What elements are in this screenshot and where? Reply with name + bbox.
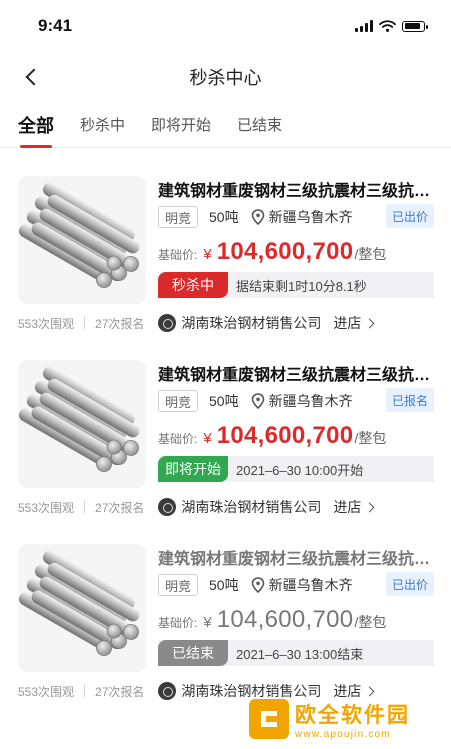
- tab-all[interactable]: 全部: [18, 112, 54, 148]
- enter-store-link[interactable]: 进店: [333, 313, 375, 333]
- location: 新疆乌鲁木齐: [268, 209, 353, 225]
- divider: [84, 685, 86, 697]
- company-avatar: [158, 314, 177, 332]
- watermark-title: 欧全软件园: [295, 703, 410, 727]
- tab-bar: 全部 秒杀中 即将开始 已结束: [0, 102, 451, 148]
- price-label: 基础价:: [158, 616, 198, 630]
- signup-count: 27次报名: [95, 316, 145, 331]
- tonnage: 50吨: [209, 577, 239, 593]
- product-meta: 明竞 50吨 新疆乌鲁木齐: [158, 574, 353, 596]
- chevron-right-icon: [364, 502, 375, 512]
- location-pin-icon: [251, 577, 264, 593]
- product-image: [18, 176, 146, 304]
- price-value: 104,600,700: [216, 422, 354, 449]
- product-image: [18, 544, 146, 672]
- price-value: 104,600,700: [216, 606, 354, 633]
- company-name[interactable]: 湖南珠治钢材销售公司: [181, 313, 321, 333]
- watermark-text: 欧全软件园 www.apoujin.com: [295, 699, 410, 740]
- view-count: 553次围观: [18, 500, 75, 515]
- start-time-text: 2021–6–30 10:00开始: [236, 462, 364, 478]
- status-icons: [355, 20, 428, 32]
- price-label: 基础价:: [158, 432, 198, 446]
- location: 新疆乌鲁木齐: [268, 577, 353, 593]
- location-pin-icon: [251, 393, 264, 409]
- card-footer: 553次围观 27次报名 湖南珠治钢材销售公司 进店: [18, 310, 433, 336]
- price-unit: /整包: [354, 430, 387, 446]
- enter-store-label: 进店: [333, 499, 362, 515]
- watermark: 欧全软件园 www.apoujin.com: [249, 693, 445, 745]
- tonnage: 50吨: [209, 209, 239, 225]
- status-tag: 秒杀中: [158, 272, 228, 298]
- signal-icon: [355, 20, 373, 32]
- bid-state-badge: 已出价: [386, 204, 435, 228]
- card-footer: 553次围观 27次报名 湖南珠治钢材销售公司 进店: [18, 494, 433, 520]
- location: 新疆乌鲁木齐: [268, 393, 353, 409]
- chevron-left-icon: [25, 68, 43, 86]
- price-label: 基础价:: [158, 248, 198, 262]
- tab-upcoming[interactable]: 即将开始: [151, 114, 211, 135]
- status-time: 9:41: [38, 16, 73, 35]
- battery-icon: [402, 20, 428, 32]
- bidding-mode-tag: 明竞: [158, 206, 199, 228]
- price-unit: /整包: [354, 614, 387, 630]
- bid-state-badge: 已出价: [386, 572, 435, 596]
- signup-count: 27次报名: [95, 500, 145, 515]
- enter-store-label: 进店: [333, 315, 362, 331]
- product-title: 建筑钢材重废钢材三级抗震材三级抗震材: [158, 367, 432, 384]
- countdown-text: 据结束剩1时10分8.1秒: [236, 278, 367, 294]
- enter-store-link[interactable]: 进店: [333, 497, 375, 517]
- price-row: 基础价: ¥ 104,600,700 /整包: [158, 606, 386, 634]
- company-name[interactable]: 湖南珠治钢材销售公司: [181, 497, 321, 517]
- auction-card[interactable]: 建筑钢材重废钢材三级抗震材三级抗震材 明竞 50吨 新疆乌鲁木齐 已出价 基础价…: [0, 166, 451, 350]
- divider: [84, 317, 86, 329]
- currency-symbol: ¥: [203, 246, 212, 263]
- location-pin-icon: [251, 209, 264, 225]
- auction-card[interactable]: 建筑钢材重废钢材三级抗震材三级抗震材 明竞 50吨 新疆乌鲁木齐 已出价 基础价…: [0, 534, 451, 718]
- watermark-logo-icon: [249, 699, 289, 739]
- wifi-icon: [379, 20, 396, 32]
- company-avatar: [158, 682, 177, 700]
- product-image: [18, 360, 146, 488]
- status-bar: 9:41: [0, 0, 451, 52]
- chevron-right-icon: [364, 318, 375, 328]
- view-count: 553次围观: [18, 316, 75, 331]
- tab-flash-sale[interactable]: 秒杀中: [80, 114, 125, 135]
- product-title: 建筑钢材重废钢材三级抗震材三级抗震材: [158, 183, 432, 200]
- status-tag: 即将开始: [158, 456, 228, 482]
- currency-symbol: ¥: [203, 430, 212, 447]
- currency-symbol: ¥: [203, 614, 212, 631]
- tab-ended[interactable]: 已结束: [237, 114, 282, 135]
- product-meta: 明竞 50吨 新疆乌鲁木齐: [158, 390, 353, 412]
- company-avatar: [158, 498, 177, 516]
- auction-status: 即将开始 2021–6–30 10:00开始: [158, 456, 434, 482]
- auction-card[interactable]: 建筑钢材重废钢材三级抗震材三级抗震材 明竞 50吨 新疆乌鲁木齐 已报名 基础价…: [0, 350, 451, 534]
- back-button[interactable]: [20, 65, 44, 89]
- price-row: 基础价: ¥ 104,600,700 /整包: [158, 422, 386, 450]
- divider: [84, 501, 86, 513]
- page-title: 秒杀中心: [189, 68, 262, 88]
- nav-bar: 秒杀中心: [0, 52, 451, 102]
- auction-status: 已结束 2021–6–30 13:00结束: [158, 640, 434, 666]
- auction-status: 秒杀中 据结束剩1时10分8.1秒: [158, 272, 434, 298]
- price-unit: /整包: [354, 246, 387, 262]
- status-tag: 已结束: [158, 640, 228, 666]
- bidding-mode-tag: 明竞: [158, 390, 199, 412]
- bid-state-badge: 已报名: [386, 388, 435, 412]
- product-title: 建筑钢材重废钢材三级抗震材三级抗震材: [158, 551, 432, 568]
- view-count: 553次围观: [18, 684, 75, 699]
- price-row: 基础价: ¥ 104,600,700 /整包: [158, 238, 386, 266]
- tonnage: 50吨: [209, 393, 239, 409]
- bidding-mode-tag: 明竞: [158, 574, 199, 596]
- price-value: 104,600,700: [216, 238, 354, 265]
- end-time-text: 2021–6–30 13:00结束: [236, 646, 364, 662]
- auction-list: 建筑钢材重废钢材三级抗震材三级抗震材 明竞 50吨 新疆乌鲁木齐 已出价 基础价…: [0, 148, 451, 718]
- signup-count: 27次报名: [95, 684, 145, 699]
- watermark-url: www.apoujin.com: [295, 728, 391, 740]
- product-meta: 明竞 50吨 新疆乌鲁木齐: [158, 206, 353, 228]
